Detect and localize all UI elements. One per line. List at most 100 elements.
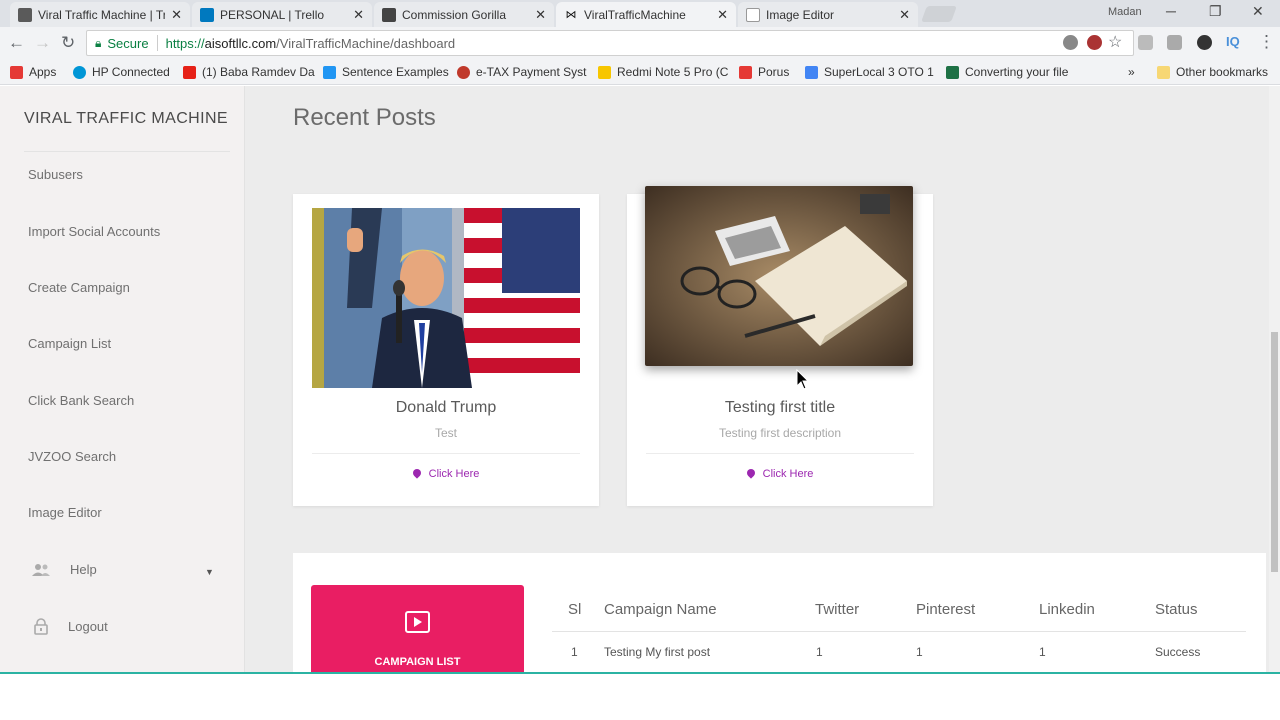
vertical-scrollbar[interactable] bbox=[1269, 86, 1280, 673]
location-pin-icon bbox=[410, 467, 423, 479]
bookmark-item[interactable]: SuperLocal 3 OTO 1 bbox=[805, 65, 934, 79]
bookmark-item[interactable]: Sentence Examples bbox=[323, 65, 449, 79]
extension-icon[interactable] bbox=[1197, 35, 1212, 50]
menu-kebab-icon[interactable]: ⋮ bbox=[1258, 32, 1275, 52]
campaign-panel: CAMPAIGN LIST Sl Campaign Name Twitter P… bbox=[293, 553, 1266, 673]
table-cell: 1 bbox=[571, 645, 578, 659]
back-icon[interactable]: ← bbox=[8, 33, 25, 53]
bookmark-label: Converting your file bbox=[965, 65, 1069, 79]
sidebar-item-help[interactable]: Help bbox=[32, 562, 97, 577]
forward-icon[interactable]: → bbox=[34, 33, 51, 53]
lock-icon bbox=[34, 618, 48, 635]
close-tab-icon[interactable]: ✕ bbox=[353, 7, 364, 23]
bookmark-item[interactable]: Redmi Note 5 Pro (C bbox=[598, 65, 728, 79]
other-bookmarks[interactable]: Other bookmarks bbox=[1157, 65, 1268, 79]
post-image bbox=[312, 208, 580, 388]
brand-title[interactable]: VIRAL TRAFFIC MACHINE bbox=[24, 110, 228, 128]
divider bbox=[24, 151, 230, 152]
bookmark-item[interactable]: Porus bbox=[739, 65, 789, 79]
sidebar-item-logout[interactable]: Logout bbox=[34, 618, 108, 635]
divider bbox=[156, 35, 158, 51]
table-cell[interactable]: Testing My first post bbox=[604, 645, 710, 659]
lock-icon: 🔒︎ bbox=[95, 35, 102, 50]
close-tab-icon[interactable]: ✕ bbox=[535, 7, 546, 23]
bookmark-item[interactable]: e-TAX Payment Syst bbox=[457, 65, 586, 79]
url-scheme: https:// bbox=[165, 35, 205, 51]
bookmark-label: SuperLocal 3 OTO 1 bbox=[824, 65, 934, 79]
table-cell: 1 bbox=[916, 645, 923, 659]
tab-title: Viral Traffic Machine | Tre bbox=[38, 7, 166, 22]
close-tab-icon[interactable]: ✕ bbox=[717, 7, 728, 23]
url-host: aisoftllc.com bbox=[204, 35, 277, 51]
table-header: Status bbox=[1155, 601, 1198, 618]
youtube-icon bbox=[183, 65, 196, 79]
post-title: Donald Trump bbox=[395, 399, 497, 416]
new-tab-button[interactable] bbox=[921, 6, 957, 22]
video-library-icon bbox=[405, 611, 430, 633]
sidebar-item-label: Help bbox=[70, 562, 97, 577]
browser-tab-active[interactable]: ⋈ ViralTrafficMachine ✕ bbox=[556, 2, 736, 27]
bookmark-icon bbox=[739, 65, 752, 79]
close-tab-icon[interactable]: ✕ bbox=[899, 7, 910, 23]
sidebar: VIRAL TRAFFIC MACHINE Subusers Import So… bbox=[0, 86, 245, 673]
main-content: Recent Posts Donald Trump Test Click Her… bbox=[245, 86, 1280, 673]
extension-icon[interactable] bbox=[1087, 35, 1102, 50]
restore-icon[interactable]: ❐ bbox=[1209, 3, 1222, 20]
profile-name[interactable]: Madan bbox=[1108, 6, 1142, 18]
bookmark-apps[interactable]: Apps bbox=[10, 65, 56, 79]
bookmark-item[interactable]: Converting your file bbox=[946, 65, 1068, 79]
close-window-icon[interactable]: ✕ bbox=[1252, 3, 1264, 20]
browser-tab[interactable]: Viral Traffic Machine | Tre ✕ bbox=[10, 2, 190, 27]
bookmark-item[interactable]: (1) Baba Ramdev Da bbox=[183, 65, 315, 79]
browser-tab[interactable]: Image Editor ✕ bbox=[738, 2, 918, 27]
sidebar-item-subusers[interactable]: Subusers bbox=[28, 167, 83, 182]
bookmark-label: HP Connected bbox=[92, 65, 170, 79]
iq-extension-icon[interactable]: IQ bbox=[1226, 34, 1240, 49]
address-bar[interactable]: 🔒︎ Secure https:// aisoftllc.com /ViralT… bbox=[86, 30, 1134, 56]
bookmark-label: Sentence Examples bbox=[342, 65, 449, 79]
sidebar-item-campaign-list[interactable]: Campaign List bbox=[28, 336, 111, 351]
close-tab-icon[interactable]: ✕ bbox=[171, 7, 182, 23]
flipkart-icon bbox=[598, 65, 611, 79]
reload-icon[interactable]: ↻ bbox=[61, 33, 75, 53]
minimize-icon[interactable]: ─ bbox=[1166, 3, 1176, 19]
post-link-label: Click Here bbox=[428, 468, 480, 480]
tab-title: Image Editor bbox=[766, 7, 835, 22]
chevron-down-icon[interactable]: ▼ bbox=[205, 567, 214, 577]
post-link[interactable]: Click Here bbox=[293, 467, 599, 480]
trello-favicon-icon bbox=[200, 7, 214, 22]
table-cell: 1 bbox=[1039, 645, 1046, 659]
sidebar-item-click-bank-search[interactable]: Click Bank Search bbox=[28, 393, 134, 408]
security-label: Secure bbox=[107, 35, 149, 51]
bookmark-icon bbox=[457, 65, 470, 79]
sidebar-item-import-social-accounts[interactable]: Import Social Accounts bbox=[28, 224, 160, 239]
scrollbar-thumb[interactable] bbox=[1271, 332, 1278, 572]
sidebar-item-image-editor[interactable]: Image Editor bbox=[28, 505, 102, 520]
bookmark-item[interactable]: HP Connected bbox=[73, 65, 170, 79]
divider bbox=[552, 631, 1246, 632]
table-cell: 1 bbox=[816, 645, 823, 659]
bookmark-label: Other bookmarks bbox=[1176, 65, 1269, 79]
post-image[interactable] bbox=[645, 186, 913, 366]
sidebar-item-create-campaign[interactable]: Create Campaign bbox=[28, 280, 130, 295]
bookmarks-overflow-chevron[interactable]: » bbox=[1128, 65, 1135, 79]
extension-icon[interactable] bbox=[1167, 35, 1182, 50]
divider bbox=[646, 453, 914, 454]
status-cell: Success bbox=[1155, 645, 1201, 659]
divider bbox=[312, 453, 580, 454]
bookmark-label: e-TAX Payment Syst bbox=[476, 65, 587, 79]
browser-tab[interactable]: PERSONAL | Trello ✕ bbox=[192, 2, 372, 27]
campaign-list-label: CAMPAIGN LIST bbox=[374, 656, 461, 668]
extension-icon[interactable] bbox=[1138, 35, 1153, 50]
bookmark-label: Redmi Note 5 Pro (C bbox=[617, 65, 729, 79]
campaign-list-button[interactable]: CAMPAIGN LIST bbox=[311, 585, 524, 673]
post-link[interactable]: Click Here bbox=[627, 467, 933, 480]
bookmark-label: Apps bbox=[29, 65, 57, 79]
post-description: Test bbox=[434, 426, 457, 440]
browser-tab[interactable]: Commission Gorilla ✕ bbox=[374, 2, 554, 27]
people-icon bbox=[32, 563, 50, 576]
star-bookmark-icon[interactable]: ☆ bbox=[1108, 32, 1122, 52]
post-card[interactable]: Donald Trump Test Click Here bbox=[293, 194, 599, 506]
extension-icon[interactable] bbox=[1063, 35, 1078, 50]
sidebar-item-jvzoo-search[interactable]: JVZOO Search bbox=[28, 449, 116, 464]
